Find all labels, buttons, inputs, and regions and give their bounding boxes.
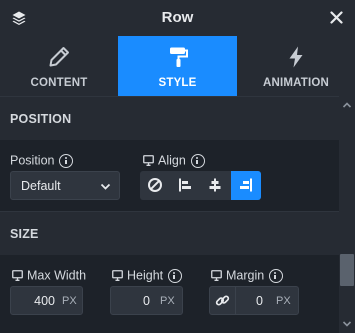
tab-animation[interactable]: ANIMATION (237, 36, 355, 96)
info-icon[interactable] (190, 153, 205, 168)
max-width-label: Max Width (12, 268, 86, 283)
section-title: SIZE (10, 227, 39, 241)
pencil-icon (49, 47, 69, 67)
section-header-position[interactable]: POSITION (0, 96, 339, 140)
height-input[interactable]: 0 PX (110, 286, 183, 315)
scrollbar-thumb[interactable] (340, 254, 354, 286)
desktop-icon[interactable] (12, 270, 23, 282)
scroll-up-icon[interactable] (342, 100, 352, 110)
panel-header: Row (0, 0, 355, 36)
link-icon (215, 295, 230, 306)
tab-animation-label: ANIMATION (262, 77, 330, 89)
section-title: POSITION (10, 112, 72, 126)
chevron-down-icon (100, 183, 111, 190)
close-icon[interactable] (330, 11, 343, 24)
tab-bar: CONTENT STYLE ANIMATION (0, 36, 355, 96)
height-unit[interactable]: PX (160, 295, 175, 307)
align-center-icon (209, 178, 221, 192)
align-left-button[interactable] (170, 171, 200, 200)
tab-content-label: CONTENT (30, 77, 88, 89)
align-button-group (140, 171, 261, 200)
section-header-size[interactable]: SIZE (0, 211, 339, 255)
position-select[interactable]: Default (10, 171, 120, 200)
desktop-icon[interactable] (143, 155, 154, 167)
align-right-icon (240, 178, 252, 192)
align-left-icon (179, 178, 191, 192)
position-label: Position (10, 153, 74, 168)
link-values-button[interactable] (210, 287, 236, 314)
lightning-icon (289, 46, 303, 68)
info-icon[interactable] (168, 268, 183, 283)
align-none-button[interactable] (140, 171, 170, 200)
paint-roller-icon (169, 47, 188, 67)
desktop-icon[interactable] (211, 270, 222, 282)
margin-input[interactable]: 0 PX (209, 286, 299, 315)
desktop-icon[interactable] (112, 270, 123, 282)
none-icon (148, 178, 162, 192)
align-center-button[interactable] (200, 171, 230, 200)
align-label: Align (143, 153, 205, 168)
height-label-text: Height (127, 268, 164, 283)
info-icon[interactable] (269, 268, 284, 283)
height-value: 0 (143, 294, 150, 308)
max-width-label-text: Max Width (27, 268, 87, 283)
info-icon[interactable] (59, 153, 74, 168)
margin-label: Margin (211, 268, 284, 283)
tab-style-label: STYLE (158, 77, 197, 89)
max-width-unit[interactable]: PX (62, 295, 77, 307)
position-select-value: Default (21, 179, 61, 193)
margin-label-text: Margin (226, 268, 265, 283)
scrollbar[interactable] (339, 96, 355, 333)
align-right-button[interactable] (231, 171, 261, 200)
panel-title: Row (161, 9, 194, 26)
scroll-down-icon[interactable] (342, 319, 352, 329)
max-width-input[interactable]: 400 PX (10, 286, 83, 315)
height-label: Height (112, 268, 183, 283)
tab-style[interactable]: STYLE (118, 36, 237, 96)
position-label-text: Position (10, 153, 55, 168)
margin-unit[interactable]: PX (276, 295, 291, 307)
tab-content[interactable]: CONTENT (0, 36, 118, 96)
align-label-text: Align (158, 153, 186, 168)
margin-value: 0 (256, 294, 263, 308)
max-width-value: 400 (34, 294, 55, 308)
